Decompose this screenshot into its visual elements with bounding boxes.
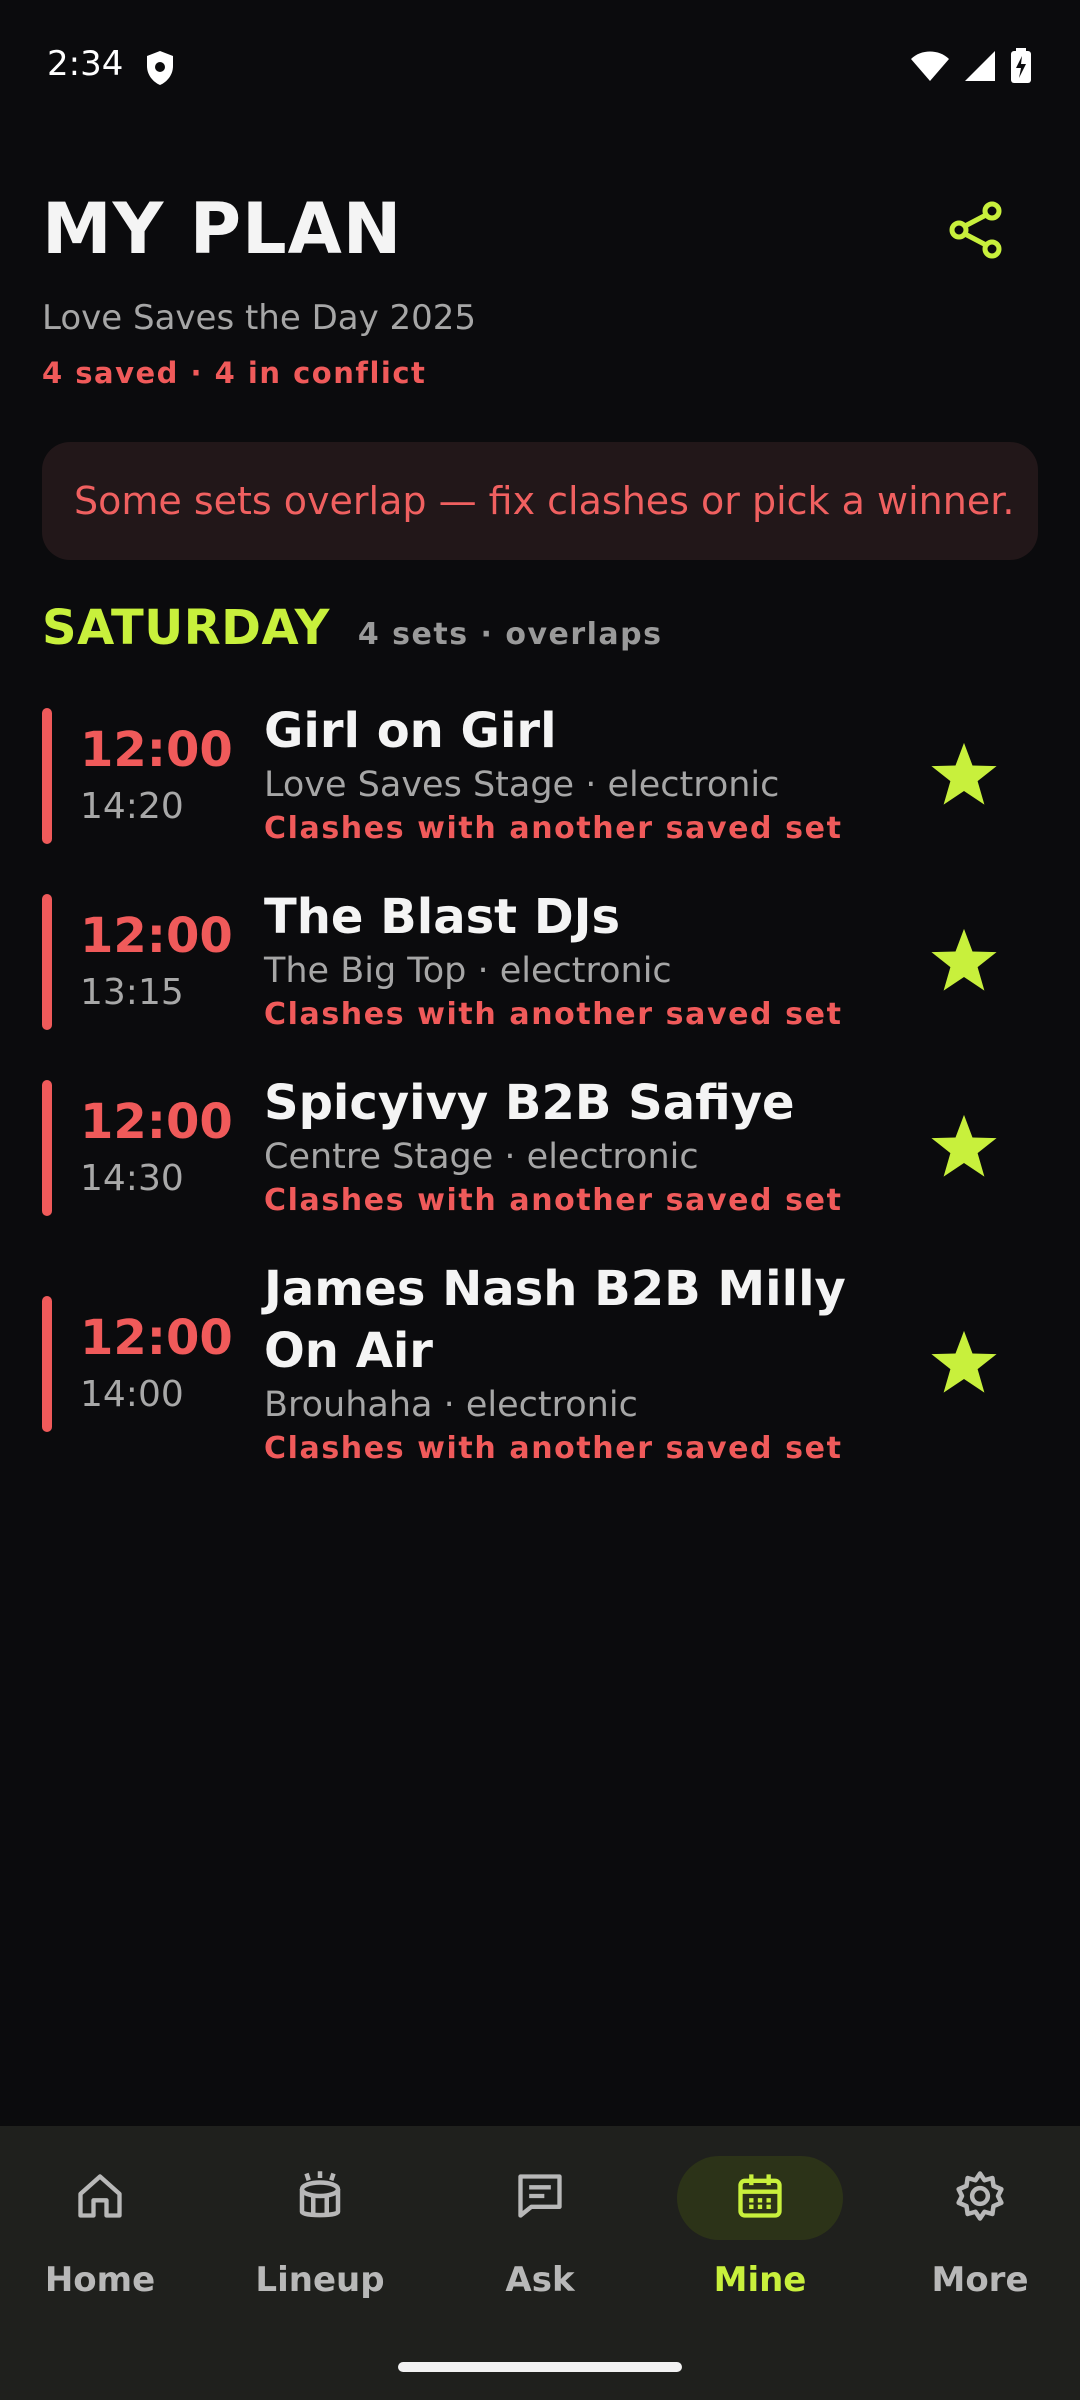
wifi-icon [910, 50, 950, 86]
set-clash-warning: Clashes with another saved set [264, 811, 843, 846]
nav-label: Ask [505, 2260, 575, 2300]
stage-icon [293, 2169, 347, 2227]
set-row[interactable]: 12:00 14:30 Spicyivy B2B Safiye Centre S… [42, 1072, 1042, 1222]
page-title: MY PLAN [42, 188, 403, 270]
set-start-time: 12:00 [80, 1310, 233, 1366]
favorite-star-button[interactable] [924, 1324, 1004, 1404]
set-start-time: 12:00 [80, 908, 233, 964]
status-icons [910, 48, 1032, 88]
nav-label: Mine [713, 2260, 807, 2300]
conflict-bar [42, 1080, 52, 1216]
share-button[interactable] [940, 196, 1012, 268]
nav-label: Home [44, 2260, 156, 2300]
nav-label: Lineup [255, 2260, 385, 2300]
nav-home[interactable]: Home [0, 2156, 200, 2300]
set-start-time: 12:00 [80, 1094, 233, 1150]
star-icon [930, 927, 998, 997]
star-icon [930, 741, 998, 811]
set-clash-warning: Clashes with another saved set [264, 997, 843, 1032]
festival-name: Love Saves the Day 2025 [42, 298, 477, 338]
star-icon [930, 1113, 998, 1183]
favorite-star-button[interactable] [924, 922, 1004, 1002]
set-venue: The Big Top · electronic [264, 951, 672, 991]
favorite-star-button[interactable] [924, 1108, 1004, 1188]
conflict-bar [42, 1296, 52, 1432]
set-artist: Spicyivy B2B Safiye [264, 1075, 795, 1131]
status-time: 2:34 [47, 44, 124, 84]
set-end-time: 13:15 [80, 972, 184, 1013]
set-artist: James Nash B2B Milly On Air [264, 1261, 846, 1379]
shield-icon [145, 50, 175, 90]
nav-label: More [931, 2260, 1029, 2300]
plan-summary: 4 saved · 4 in conflict [42, 356, 427, 390]
home-icon [74, 2170, 126, 2226]
conflict-bar [42, 894, 52, 1030]
share-icon [949, 201, 1003, 263]
signal-icon [964, 50, 996, 86]
bottom-nav: Home Lineup Ask Mine More [0, 2126, 1080, 2400]
set-artist: The Blast DJs [264, 889, 621, 945]
status-bar: 2:34 [0, 0, 1080, 130]
set-row[interactable]: 12:00 14:00 James Nash B2B Milly On Air … [42, 1258, 1042, 1470]
set-clash-warning: Clashes with another saved set [264, 1183, 843, 1218]
favorite-star-button[interactable] [924, 736, 1004, 816]
set-start-time: 12:00 [80, 722, 233, 778]
set-row[interactable]: 12:00 13:15 The Blast DJs The Big Top · … [42, 886, 1042, 1036]
set-row[interactable]: 12:00 14:20 Girl on Girl Love Saves Stag… [42, 700, 1042, 850]
chat-icon [514, 2170, 566, 2226]
star-icon [930, 1329, 998, 1399]
set-clash-warning: Clashes with another saved set [264, 1431, 843, 1466]
day-meta: 4 sets · overlaps [357, 617, 663, 652]
set-end-time: 14:00 [80, 1374, 184, 1415]
battery-charging-icon [1010, 48, 1032, 88]
conflict-bar [42, 708, 52, 844]
set-venue: Brouhaha · electronic [264, 1385, 638, 1425]
calendar-icon [734, 2170, 786, 2226]
set-venue: Centre Stage · electronic [264, 1137, 699, 1177]
day-title: SATURDAY [42, 600, 330, 656]
set-end-time: 14:30 [80, 1158, 184, 1199]
set-venue: Love Saves Stage · electronic [264, 765, 780, 805]
conflict-banner-text: Some sets overlap — fix clashes or pick … [74, 479, 1015, 523]
nav-more[interactable]: More [880, 2156, 1080, 2300]
set-artist: Girl on Girl [264, 703, 557, 759]
home-indicator[interactable] [398, 2362, 682, 2372]
day-header: SATURDAY 4 sets · overlaps [42, 600, 663, 656]
set-end-time: 14:20 [80, 786, 184, 827]
nav-ask[interactable]: Ask [440, 2156, 640, 2300]
nav-lineup[interactable]: Lineup [220, 2156, 420, 2300]
gear-icon [953, 2169, 1007, 2227]
conflict-banner[interactable]: Some sets overlap — fix clashes or pick … [42, 442, 1038, 560]
nav-mine[interactable]: Mine [660, 2156, 860, 2300]
